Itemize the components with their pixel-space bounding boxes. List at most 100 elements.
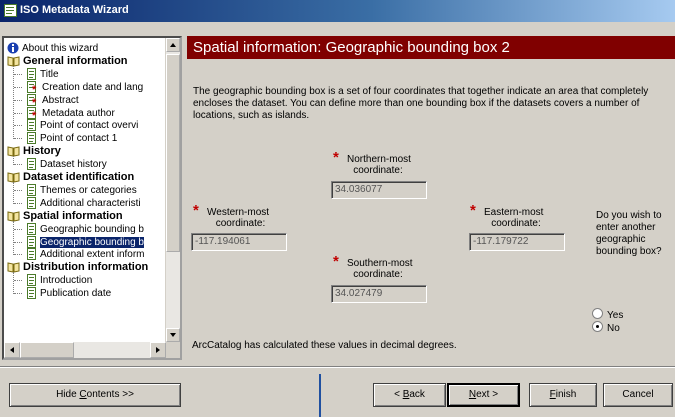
arrow-up-icon — [170, 43, 176, 47]
radio-no[interactable]: No — [592, 321, 620, 335]
btn-text: inish — [555, 389, 577, 400]
tree-connector — [14, 228, 22, 230]
tree-connector — [13, 182, 14, 204]
hide-contents-button[interactable]: Hide Contents >> — [9, 383, 181, 407]
scroll-down-button[interactable] — [166, 328, 180, 342]
south-coordinate-field[interactable]: 34.027479 — [331, 285, 427, 303]
tree-connector — [14, 280, 22, 282]
tree-vertical-scrollbar[interactable] — [165, 38, 180, 342]
tree-item[interactable]: Geographic bounding b — [26, 222, 144, 236]
back-button[interactable]: < Back — [373, 383, 446, 407]
tree-item-label: Point of contact overvi — [40, 120, 139, 132]
tree-item[interactable]: About this wizard — [7, 42, 98, 55]
tree-item[interactable]: Spatial information — [7, 210, 123, 223]
contents-tree[interactable]: About this wizard General information Titl… — [2, 36, 182, 360]
required-star-icon: * — [193, 202, 199, 219]
tree-item[interactable]: Dataset identification — [7, 171, 134, 184]
tree-item[interactable]: * Abstract — [26, 93, 79, 109]
tree-item[interactable]: Distribution information — [7, 261, 148, 274]
tree-item-label: About this wizard — [22, 43, 99, 54]
tree-item-label: Title — [40, 68, 59, 80]
tree-item[interactable]: Dataset history — [26, 158, 107, 171]
tree-item[interactable]: Themes or categories — [26, 183, 137, 197]
tree-item-label: Spatial information — [23, 209, 123, 222]
tree-item[interactable]: Point of contact 1 — [26, 132, 117, 145]
app-icon — [4, 4, 17, 17]
tree-item[interactable]: * Metadata author — [26, 106, 115, 122]
tree-connector — [13, 156, 14, 166]
tree-item[interactable]: Publication date — [26, 287, 111, 300]
tree-item[interactable]: History — [7, 145, 61, 158]
tree-item[interactable]: * Creation date and lang — [26, 80, 144, 96]
finish-button[interactable]: Finish — [529, 383, 597, 407]
callout-line — [319, 374, 321, 417]
tree-connector — [14, 138, 22, 140]
radio-no-label: No — [607, 323, 620, 334]
scroll-right-button[interactable] — [150, 342, 166, 358]
tree-connector — [14, 202, 22, 204]
tree-connector — [14, 99, 22, 101]
west-coordinate-field[interactable]: -117.194061 — [191, 233, 287, 251]
tree-item[interactable]: Point of contact overvi — [26, 119, 138, 132]
btn-text: ext > — [476, 389, 499, 400]
title-bar: ISO Metadata Wizard — [0, 0, 675, 22]
south-label: * Southern-most coordinate: — [333, 253, 423, 280]
tree-item-label: Abstract — [42, 94, 79, 106]
tree-item-label: Additional characteristi — [40, 197, 141, 209]
north-label-line2: coordinate: — [353, 165, 403, 176]
svg-text:*: * — [32, 97, 37, 106]
radio-yes-button[interactable] — [592, 308, 603, 319]
east-label: * Eastern-most coordinate: — [470, 203, 562, 229]
north-label: * Northern-most coordinate: — [333, 150, 423, 176]
tree-connector — [14, 241, 22, 243]
tree-item[interactable]: Additional extent inform — [26, 248, 145, 261]
scroll-left-button[interactable] — [4, 342, 20, 358]
tree-item-label: Dataset identification — [23, 171, 135, 183]
radio-yes[interactable]: Yes — [592, 308, 623, 322]
tree-connector — [14, 189, 22, 191]
tree-connector — [14, 254, 22, 256]
tree-item-label: Point of contact 1 — [40, 133, 118, 145]
tree-item[interactable]: Additional characteristi — [26, 196, 141, 210]
tree-item-label: Creation date and lang — [42, 81, 144, 93]
tree-item-label: Distribution information — [23, 261, 149, 274]
svg-text:*: * — [32, 84, 37, 93]
north-coordinate-field[interactable]: 34.036077 — [331, 181, 427, 199]
btn-text: ack — [409, 389, 425, 400]
east-coordinate-field[interactable]: -117.179722 — [469, 233, 565, 251]
page-title-bar: Spatial information: Geographic bounding… — [187, 36, 675, 59]
hscroll-thumb[interactable] — [20, 342, 74, 358]
scroll-corner — [166, 342, 180, 358]
footer-divider — [0, 366, 675, 368]
tree-connector — [13, 65, 14, 140]
east-label-line1: Eastern-most — [484, 207, 544, 218]
tree-horizontal-scrollbar[interactable] — [4, 342, 166, 358]
tree-item-label: Geographic bounding b — [40, 223, 144, 235]
radio-no-button[interactable] — [592, 321, 603, 332]
page-icon — [26, 287, 37, 303]
tree-item[interactable]: Geographic bounding b — [26, 235, 144, 249]
window-title: ISO Metadata Wizard — [20, 4, 129, 16]
next-button[interactable]: Next > — [447, 383, 520, 407]
west-label-line1: Western-most — [207, 207, 270, 218]
required-star-icon: * — [333, 253, 339, 270]
tree-item[interactable]: Introduction — [26, 274, 92, 287]
tree-item[interactable]: Title — [26, 67, 59, 81]
radio-yes-label: Yes — [607, 310, 624, 321]
scroll-thumb[interactable] — [166, 54, 180, 252]
tree-item[interactable]: General information — [7, 55, 128, 68]
btn-mnemonic: C — [79, 389, 87, 400]
west-label: * Western-most coordinate: — [193, 202, 288, 229]
tree-connector — [14, 293, 22, 295]
tree-item-label: General information — [23, 54, 128, 67]
page-title: Spatial information: Geographic bounding… — [193, 39, 510, 56]
east-label-line2: coordinate: — [491, 218, 541, 229]
arrow-right-icon — [156, 347, 160, 353]
west-label-line2: coordinate: — [215, 218, 266, 229]
tree-item-label: Dataset history — [40, 159, 107, 171]
tree-item-label: Metadata author — [42, 107, 115, 119]
tree-connector — [13, 220, 14, 256]
south-label-line1: Southern-most — [347, 258, 413, 269]
scroll-up-button[interactable] — [166, 38, 180, 52]
cancel-button[interactable]: Cancel — [603, 383, 673, 407]
